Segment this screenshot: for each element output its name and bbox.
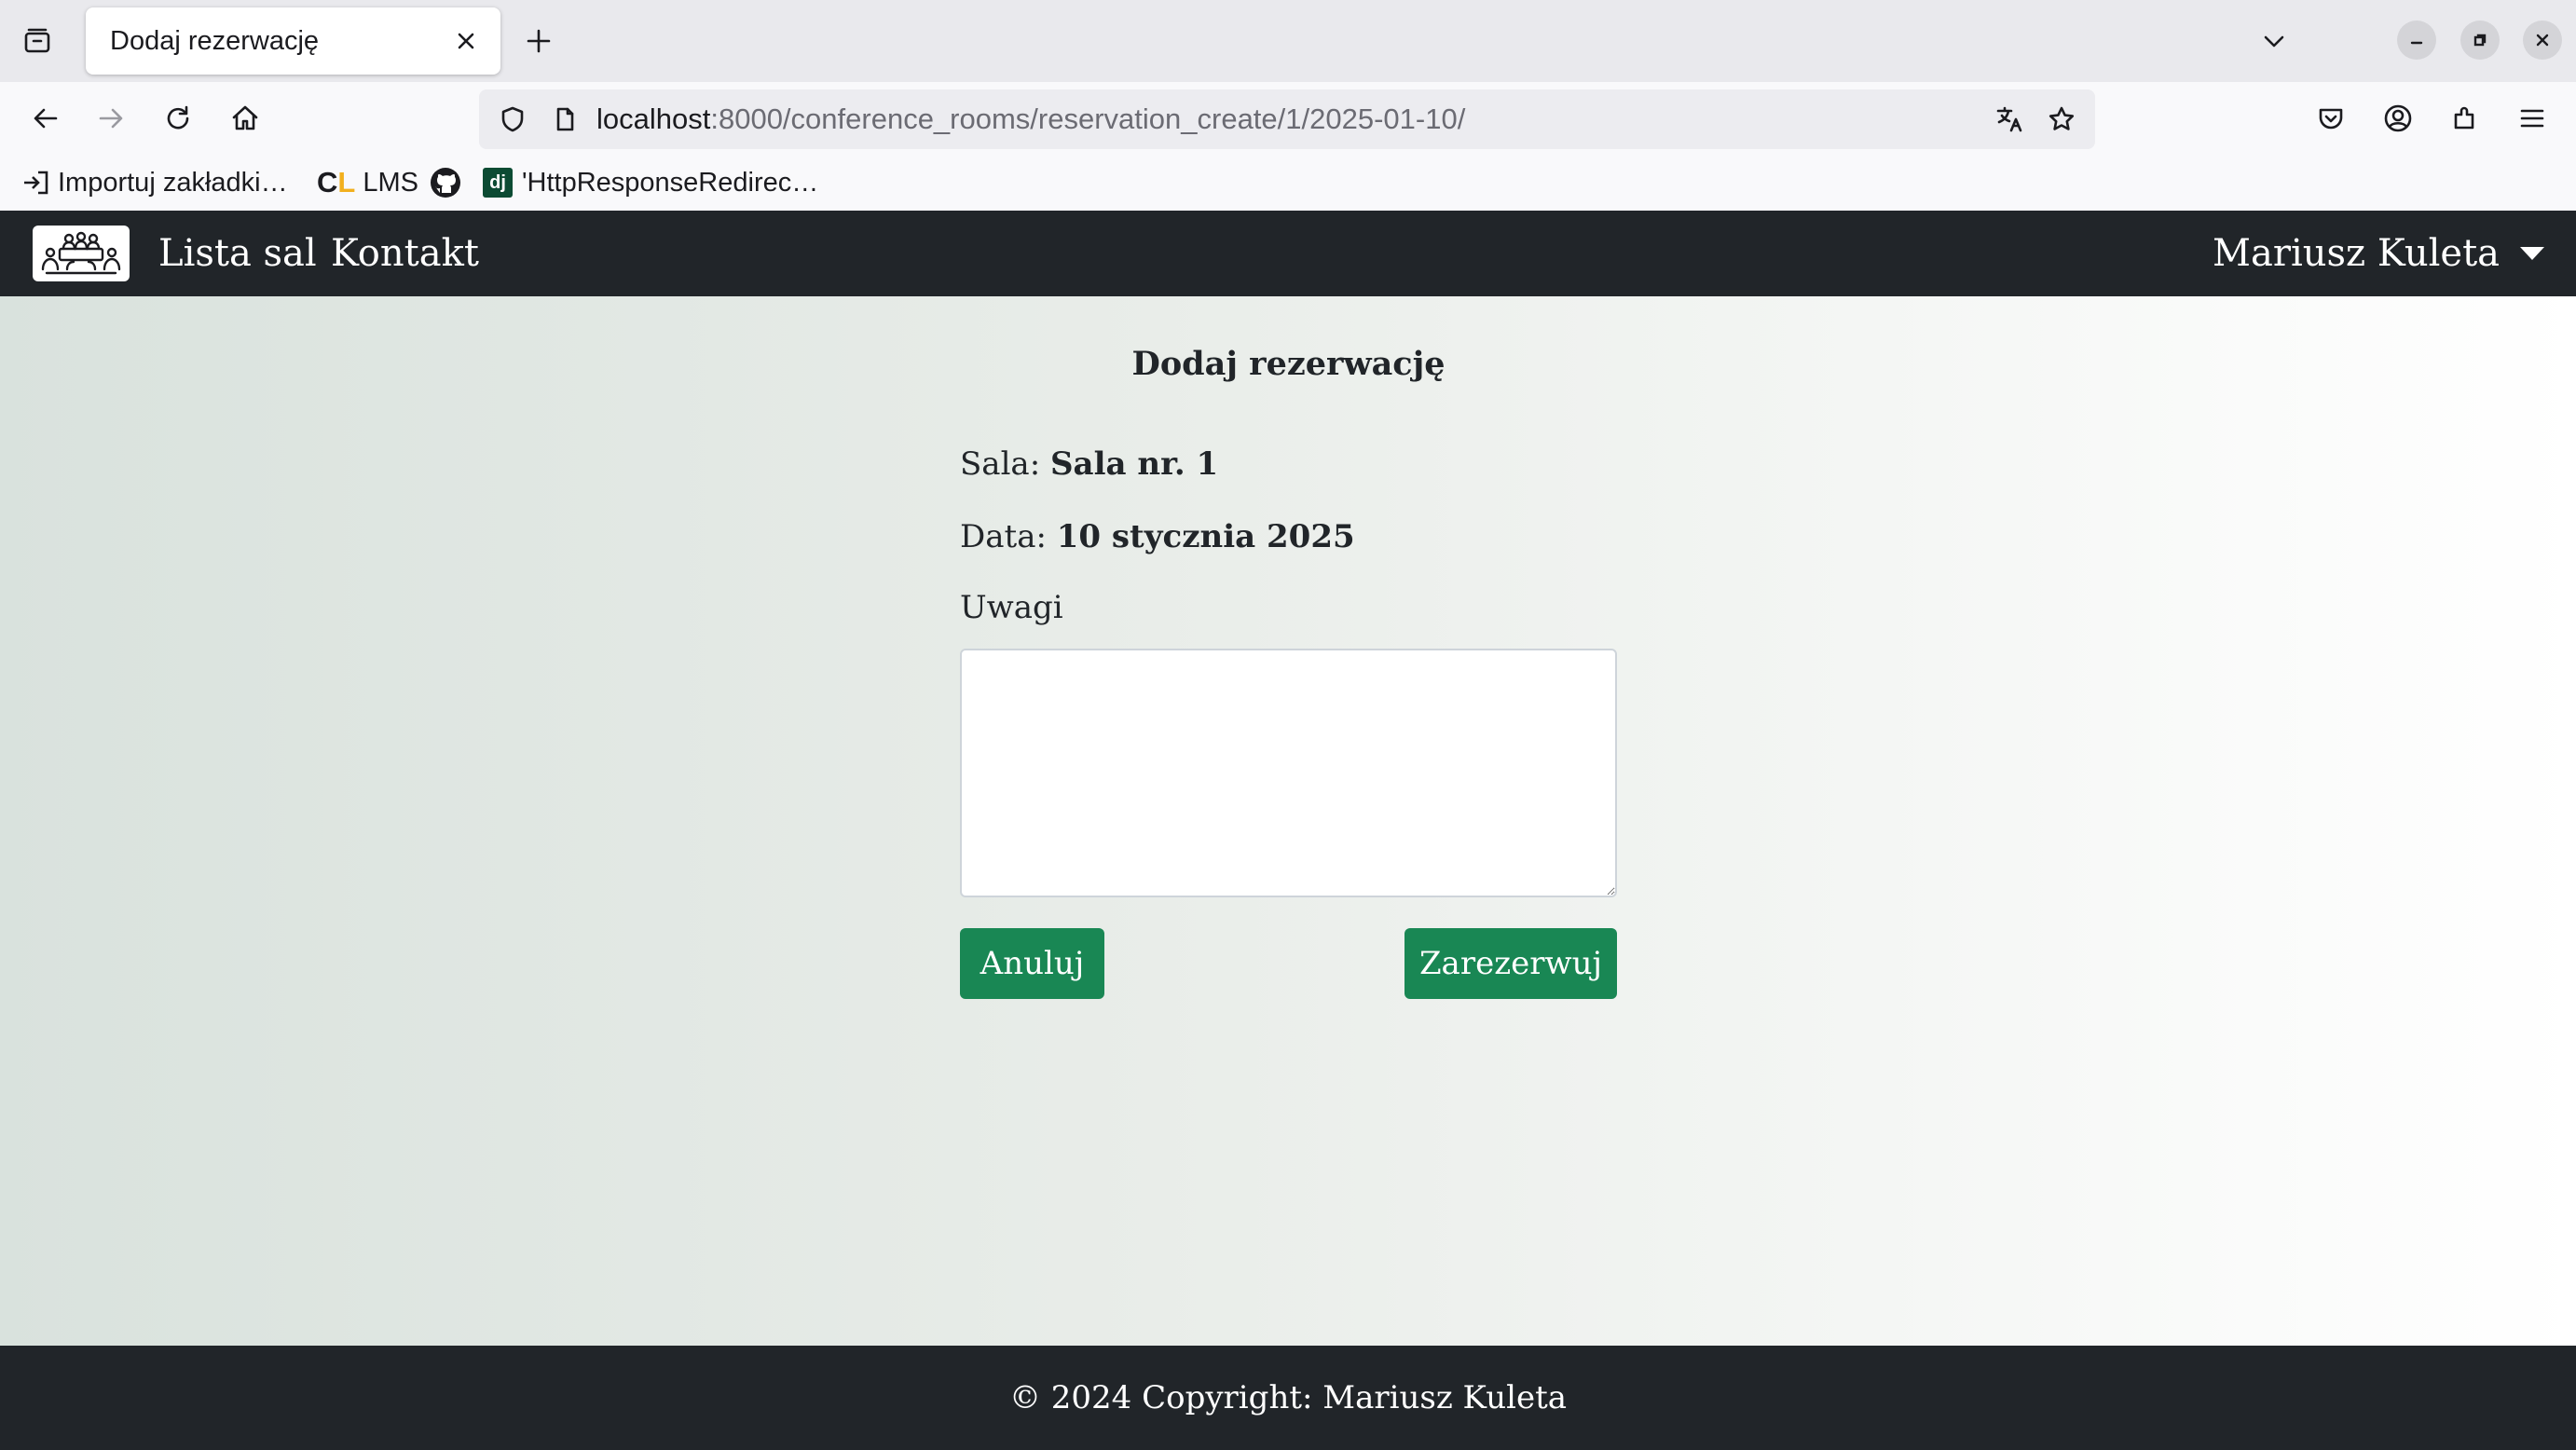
browser-tab-bar: Dodaj rezerwację: [0, 0, 2576, 82]
cancel-button[interactable]: Anuluj: [960, 928, 1104, 999]
reload-icon[interactable]: [155, 95, 201, 142]
bookmark-import[interactable]: Importuj zakładki…: [21, 157, 288, 209]
pocket-icon[interactable]: [2308, 95, 2354, 142]
caret-down-icon: [2520, 247, 2544, 260]
bookmark-django[interactable]: dj 'HttpResponseRedirec…: [483, 157, 818, 209]
github-icon: [431, 168, 460, 198]
nav-link-contact[interactable]: Kontakt: [331, 211, 479, 296]
django-icon: dj: [483, 168, 513, 198]
bookmark-star-icon[interactable]: [2041, 99, 2082, 140]
browser-tab-active[interactable]: Dodaj rezerwację: [86, 7, 500, 75]
chevron-down-icon[interactable]: [2254, 21, 2295, 62]
conference-room-icon: [41, 231, 121, 275]
site-navbar: Lista sal Kontakt Mariusz Kuleta: [0, 211, 2576, 296]
account-icon[interactable]: [2375, 95, 2421, 142]
url-path: :8000/conference_rooms/reservation_creat…: [710, 103, 1466, 135]
tab-list-icon[interactable]: [17, 21, 58, 62]
date-label: Data:: [960, 518, 1047, 555]
url-host: localhost: [596, 103, 711, 135]
forward-icon[interactable]: [88, 95, 134, 142]
brand-logo[interactable]: [33, 226, 130, 281]
url-text[interactable]: localhost:8000/conference_rooms/reservat…: [596, 89, 1465, 155]
footer-copyright: © 2024 Copyright: Mariusz Kuleta: [1008, 1379, 1568, 1416]
site-footer: © 2024 Copyright: Mariusz Kuleta: [0, 1346, 2576, 1450]
import-icon: [24, 171, 48, 195]
extensions-icon[interactable]: [2442, 95, 2488, 142]
close-tab-icon[interactable]: [449, 24, 483, 58]
tab-title: Dodaj rezerwację: [110, 26, 320, 56]
reserve-button[interactable]: Zarezerwuj: [1404, 928, 1617, 999]
menu-icon[interactable]: [2509, 95, 2555, 142]
bookmark-label: 'HttpResponseRedirec…: [522, 167, 819, 198]
restore-button[interactable]: [2460, 21, 2500, 60]
notes-label: Uwagi: [960, 589, 1063, 626]
notes-textarea[interactable]: [960, 649, 1617, 897]
room-label: Sala:: [960, 445, 1041, 483]
new-tab-icon[interactable]: [518, 21, 559, 62]
bookmarks-toolbar: Importuj zakładki… CL LMS dj 'HttpRespon…: [0, 157, 2576, 209]
url-bar[interactable]: localhost:8000/conference_rooms/reservat…: [479, 89, 2095, 149]
translate-icon[interactable]: [1989, 99, 2030, 140]
date-value: 10 stycznia 2025: [1056, 518, 1355, 555]
nav-link-room-list[interactable]: Lista sal: [158, 211, 317, 296]
page-title: Dodaj rezerwację: [1131, 345, 1446, 383]
back-icon[interactable]: [22, 95, 69, 142]
room-value: Sala nr. 1: [1049, 445, 1219, 483]
bookmark-lms[interactable]: CL LMS: [317, 157, 418, 209]
bookmark-github[interactable]: [429, 157, 462, 209]
bookmark-label: Importuj zakładki…: [58, 167, 288, 198]
minimize-button[interactable]: [2397, 21, 2436, 60]
room-info: Sala: Sala nr. 1: [960, 445, 1218, 483]
shield-icon[interactable]: [492, 99, 533, 140]
page-icon[interactable]: [544, 99, 585, 140]
user-name: Mariusz Kuleta: [2213, 232, 2500, 275]
close-window-button[interactable]: [2523, 21, 2562, 60]
date-info: Data: 10 stycznia 2025: [960, 518, 1355, 555]
cl-logo-icon: CL: [317, 166, 356, 198]
user-dropdown[interactable]: Mariusz Kuleta: [2213, 211, 2544, 296]
home-icon[interactable]: [222, 95, 268, 142]
bookmark-label: LMS: [363, 167, 418, 198]
main-content: Dodaj rezerwację Sala: Sala nr. 1 Data: …: [0, 296, 2576, 1346]
